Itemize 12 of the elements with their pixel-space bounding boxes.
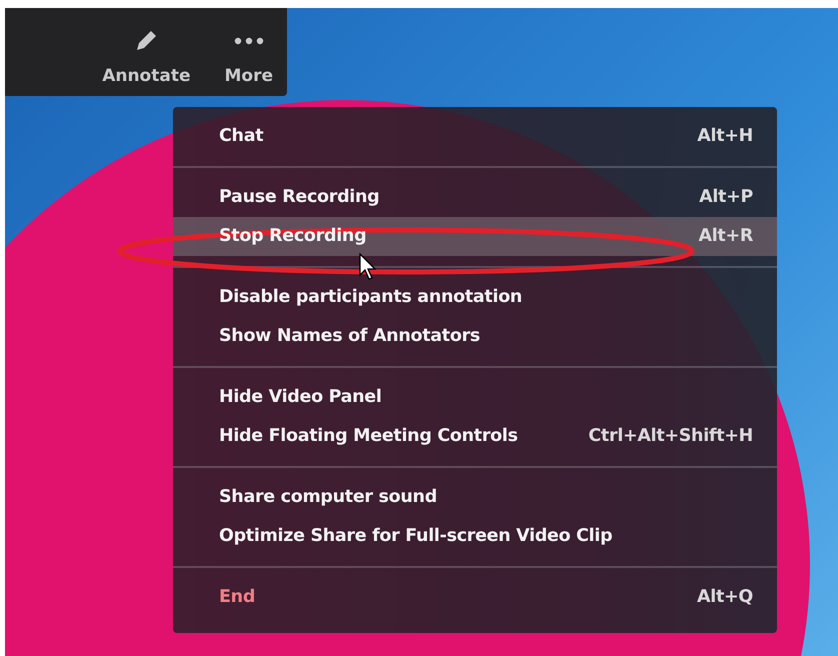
menu-item[interactable]: Show Names of Annotators: [173, 317, 777, 356]
menu-item[interactable]: Pause Recording Alt+P: [173, 178, 777, 217]
toolbar-button[interactable]: Annotate: [96, 8, 196, 96]
menu-item[interactable]: Chat Alt+H: [173, 117, 777, 156]
menu-item[interactable]: Disable participants annotation: [173, 278, 777, 317]
menu-item[interactable]: Optimize Share for Full-screen Video Clip: [173, 517, 777, 556]
toolbar-button[interactable]: More: [218, 8, 279, 96]
menu-item[interactable]: Hide Video Panel: [173, 378, 777, 417]
menu-item[interactable]: Share computer sound: [173, 478, 777, 517]
menu-item[interactable]: End Alt+Q: [173, 578, 777, 617]
more-dots-icon: [234, 37, 264, 45]
menu-item[interactable]: Hide Floating Meeting Controls Ctrl+Alt+Shift+H: [173, 417, 777, 456]
